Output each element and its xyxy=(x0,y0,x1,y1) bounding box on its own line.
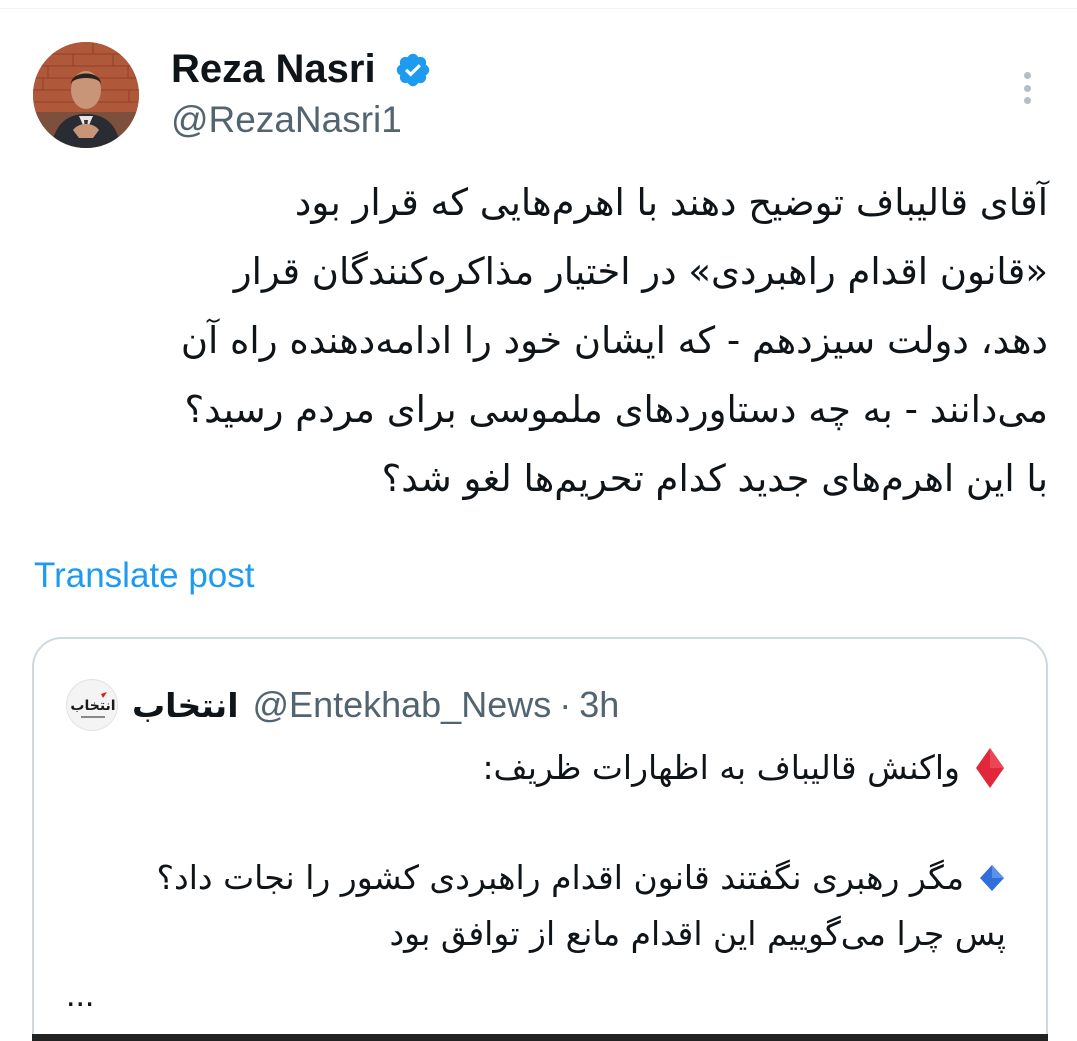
separator-dot: · xyxy=(559,684,572,725)
avatar[interactable] xyxy=(33,42,139,148)
quoted-tweet-card[interactable]: انتخاب انتخاب @Entekhab_News · 3h واکنش … xyxy=(32,637,1048,1041)
quoted-tweet-header: انتخاب انتخاب @Entekhab_News · 3h xyxy=(66,679,619,731)
tweet-view: Reza Nasri @RezaNasri1 آقای قالیباف توضی… xyxy=(0,0,1077,1041)
more-vertical-icon[interactable] xyxy=(1010,68,1044,108)
author-handle[interactable]: @RezaNasri1 xyxy=(171,97,402,143)
blue-diamond-icon xyxy=(980,865,1004,891)
quoted-timestamp[interactable]: 3h xyxy=(579,684,619,726)
quoted-text: مگر رهبری نگفتند قانون اقدام راهبردی کشو… xyxy=(156,858,964,897)
quoted-avatar[interactable]: انتخاب xyxy=(66,679,118,731)
tweet-line: آقای قالیباف توضیح دهند با اهرم‌هایی که … xyxy=(294,181,1048,224)
quoted-line-3: پس چرا می‌گوییم این اقدام مانع از توافق … xyxy=(389,914,1006,953)
quoted-line-1: واکنش قالیباف به اظهارات ظریف: xyxy=(482,745,1006,791)
quoted-ellipsis: ... xyxy=(66,976,95,1014)
quoted-handle[interactable]: @Entekhab_News xyxy=(253,684,552,726)
quoted-display-name[interactable]: انتخاب xyxy=(132,686,239,725)
tweet-line: دهد، دولت سیزدهم - که ایشان خود را ادامه… xyxy=(180,319,1048,362)
translate-post-link[interactable]: Translate post xyxy=(34,554,254,598)
quoted-line-2: مگر رهبری نگفتند قانون اقدام راهبردی کشو… xyxy=(157,855,1006,901)
red-diamond-icon xyxy=(976,748,1004,788)
tweet-text: آقای قالیباف توضیح دهند با اهرم‌هایی که … xyxy=(28,168,1048,513)
divider xyxy=(0,8,1077,9)
svg-text:انتخاب: انتخاب xyxy=(70,698,115,714)
tweet-line: با این اهرم‌های جدید کدام تحریم‌ها لغو ش… xyxy=(381,457,1048,500)
quoted-text: واکنش قالیباف به اظهارات ظریف: xyxy=(482,748,960,787)
tweet-line: «قانون اقدام راهبردی» در اختیار مذاکره‌ک… xyxy=(233,250,1048,293)
tweet-line: می‌دانند - به چه دستاوردهای ملموسی برای … xyxy=(184,388,1048,431)
verified-badge-icon xyxy=(396,53,430,87)
display-name[interactable]: Reza Nasri xyxy=(171,45,376,93)
card-bottom-edge xyxy=(32,1034,1048,1041)
